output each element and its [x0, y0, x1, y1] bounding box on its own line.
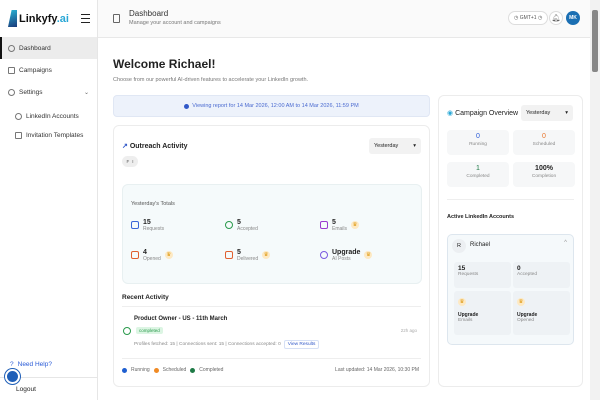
view-results-button[interactable]: View Results [283, 340, 320, 349]
stat-emails: 5 Emails ♛ [320, 219, 360, 232]
avatar[interactable]: MK [566, 11, 580, 25]
welcome-heading: Welcome Richael! [113, 57, 216, 71]
crown-icon[interactable]: ♛ [458, 298, 466, 306]
check-circle-icon [123, 327, 131, 335]
filter-toggle[interactable]: FI [122, 156, 138, 167]
gear-icon [8, 88, 15, 96]
overview-scheduled: 0 Scheduled [513, 130, 575, 155]
delivered-icon [225, 251, 233, 259]
need-help-link[interactable]: ? Need Help? [10, 361, 52, 368]
logo[interactable]: Linkyfy.ai [8, 10, 69, 27]
overview-title: ◉ Campaign Overview [447, 110, 519, 117]
activity-meta: Profiles fetched: 15 | Connections sent:… [134, 340, 320, 349]
report-range-banner: Viewing report for 14 Mar 2026, 12:00 AM… [113, 95, 430, 117]
account-accepted: 0 Accepted [513, 262, 570, 288]
status-badge: completed [136, 327, 163, 334]
sidebar-item-settings[interactable]: Settings ⌄ [0, 81, 97, 103]
recent-activity-title: Recent Activity [122, 294, 169, 301]
scrollbar[interactable] [590, 0, 600, 400]
campaign-icon: ◉ [447, 110, 454, 117]
stat-requests: 15 Requests [131, 219, 164, 232]
account-name: Richael [470, 242, 491, 248]
legend-dot-completed [190, 367, 196, 373]
overview-running: 0 Running [447, 130, 509, 155]
account-emails: ♛ Upgrade Emails [454, 291, 511, 335]
accessibility-icon[interactable] [5, 369, 20, 384]
caret-down-icon: ▾ [565, 110, 568, 116]
legend-dot-scheduled [153, 367, 159, 373]
divider [122, 358, 421, 359]
bell-icon[interactable]: 🔔︎ [549, 11, 563, 25]
info-icon [184, 103, 190, 109]
chevron-down-icon: ⌄ [83, 89, 89, 96]
mail-open-icon [131, 251, 139, 259]
divider [447, 199, 574, 200]
overview-completed: 1 Completed [447, 162, 509, 187]
crown-icon[interactable]: ♛ [262, 251, 271, 259]
user-icon [15, 112, 22, 120]
crown-icon[interactable]: ♛ [364, 251, 373, 259]
campaign-overview-card: ◉ Campaign Overview Yesterday ▾ 0 Running … [438, 95, 583, 387]
status-legend: Running Scheduled Completed [122, 367, 223, 373]
logo-icon [8, 10, 17, 27]
legend-dot-running [122, 367, 127, 373]
outreach-activity-card: ↗ Outreach Activity Yesterday ▾ FI Yester… [113, 125, 430, 387]
activity-title: Product Owner - US - 11th March [134, 316, 228, 322]
crown-icon[interactable]: ♛ [517, 298, 525, 306]
account-opened: ♛ Upgrade Opened [513, 291, 570, 335]
sidebar-item-campaigns[interactable]: Campaigns [0, 59, 97, 81]
user-check-icon [225, 221, 233, 229]
stat-ai-posts: Upgrade AI Posts ♛ [320, 249, 373, 262]
stat-opened: 4 Opened ♛ [131, 249, 173, 262]
sidebar: Linkyfy.ai Dashboard Campaigns Settings ⌄… [0, 0, 98, 400]
crown-icon[interactable]: ♛ [164, 251, 173, 259]
crown-icon[interactable]: ♛ [351, 221, 360, 229]
outreach-period-select[interactable]: Yesterday ▾ [369, 138, 421, 154]
page-subtitle: Manage your account and campaigns [129, 20, 221, 26]
menu-toggle-icon[interactable] [81, 14, 90, 23]
sparkle-icon [320, 251, 328, 259]
sidebar-panel-icon[interactable] [113, 14, 120, 23]
sidebar-item-dashboard[interactable]: Dashboard [0, 37, 97, 59]
stat-accepted: 5 Accepted [225, 219, 258, 232]
page-title: Dashboard [129, 9, 169, 18]
question-icon: ? [10, 361, 14, 368]
sidebar-item-invitation-templates[interactable]: Invitation Templates [0, 124, 97, 146]
divider [122, 306, 421, 307]
account-card-richael: R Richael ^ 15 Requests 0 Accepted ♛ Upgrad… [447, 234, 574, 345]
scrollbar-thumb[interactable] [592, 10, 598, 72]
stat-delivered: 5 Delivered ♛ [225, 249, 271, 262]
chart-icon [8, 66, 15, 74]
activity-time: 22h ago [400, 328, 417, 333]
gauge-icon [8, 44, 15, 52]
overview-period-select[interactable]: Yesterday ▾ [521, 105, 573, 121]
intro-text: Choose from our powerful AI-driven featu… [113, 77, 309, 83]
timezone-selector[interactable]: ◷ GMT+1 ◷ [508, 11, 549, 25]
last-updated: Last updated: 14 Mar 2026, 10:30 PM [335, 367, 419, 373]
caret-down-icon: ▾ [413, 143, 416, 149]
account-requests: 15 Requests [454, 262, 511, 288]
trend-icon: ↗ [122, 143, 128, 150]
account-avatar: R [452, 239, 466, 253]
send-icon [131, 221, 139, 229]
outreach-title: ↗ Outreach Activity [122, 143, 188, 150]
yesterday-totals: Yesterday's Totals 15 Requests 5 Accepted … [122, 184, 422, 284]
mail-icon [320, 221, 328, 229]
document-icon [15, 131, 22, 139]
header: Dashboard Manage your account and campai… [98, 0, 590, 38]
overview-completion: 100% Completion [513, 162, 575, 187]
active-accounts-title: Active LinkedIn Accounts [447, 214, 515, 220]
chevron-up-icon[interactable]: ^ [564, 240, 567, 246]
